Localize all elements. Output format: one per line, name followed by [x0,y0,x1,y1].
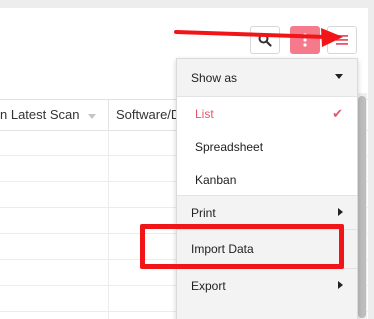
app-frame: n Latest Scan Software/D Show as List ✔ … [0,0,374,319]
annotation-arrow [174,28,343,47]
